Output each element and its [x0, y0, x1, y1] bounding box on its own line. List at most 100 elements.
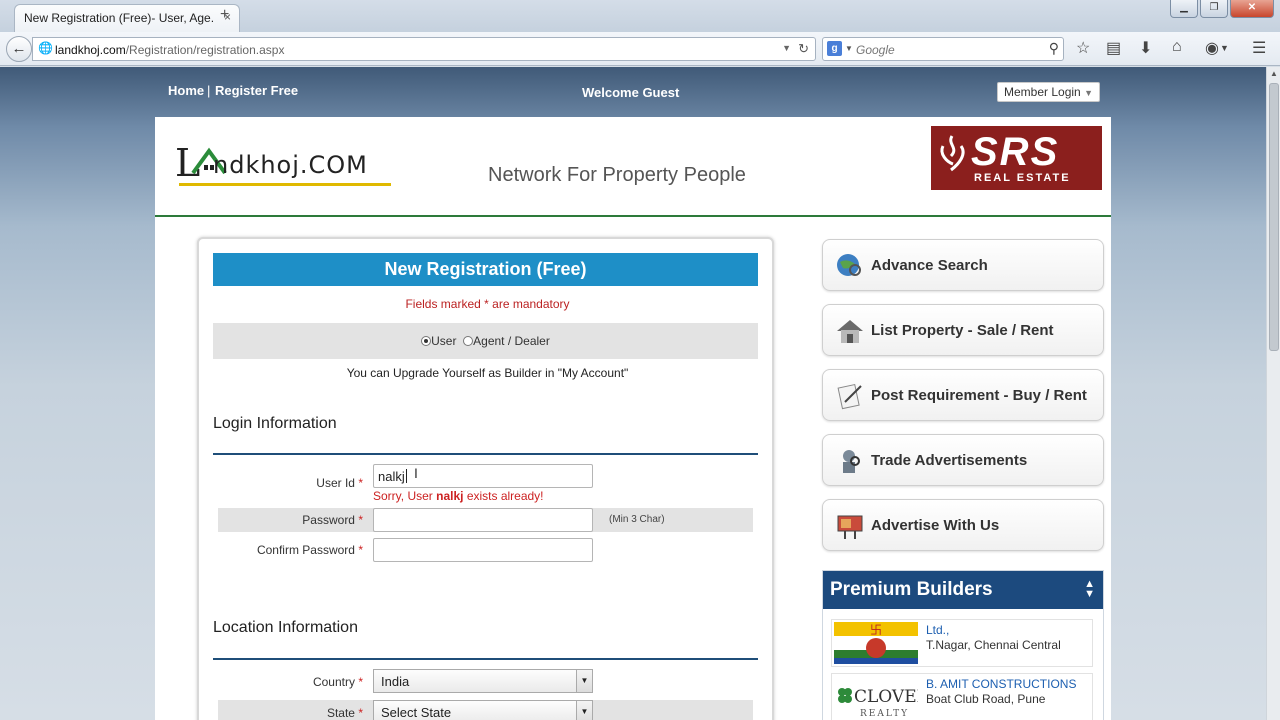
- chevron-down-icon: ▼: [576, 701, 592, 720]
- state-label: State *: [326, 706, 363, 720]
- advance-search-label: Advance Search: [871, 257, 988, 274]
- close-window-button[interactable]: ✕: [1230, 0, 1274, 18]
- welcome-text: Welcome Guest: [582, 85, 680, 100]
- window-controls: ▁ ❐ ✕: [1170, 0, 1274, 18]
- srs-flame-icon: [940, 135, 965, 172]
- browser-tab-strip: New Registration (Free)- User, Age... × …: [0, 0, 1280, 32]
- globe-icon: 🌐: [38, 41, 53, 55]
- builder-name[interactable]: B. AMIT CONSTRUCTIONS: [926, 677, 1076, 691]
- text-cursor-icon: I: [414, 465, 418, 481]
- billboard-icon: [837, 515, 863, 539]
- advertise-with-us-label: Advertise With Us: [871, 517, 1000, 534]
- registration-title: New Registration (Free): [213, 253, 758, 286]
- builder-item[interactable]: 卐 Ltd., T.Nagar, Chennai Central: [831, 619, 1093, 667]
- home-icon[interactable]: ⌂: [1172, 38, 1182, 56]
- post-requirement-button[interactable]: Post Requirement - Buy / Rent: [822, 369, 1104, 421]
- downloads-icon[interactable]: ⬇: [1139, 38, 1152, 58]
- premium-builders-header: Premium Builders ▲ ▼: [823, 571, 1103, 609]
- scroll-up-icon[interactable]: ▲: [1267, 67, 1280, 81]
- trade-advertisements-button[interactable]: Trade Advertisements: [822, 434, 1104, 486]
- search-engine-dropdown-icon[interactable]: ▼: [845, 44, 853, 53]
- search-engine-icon[interactable]: g: [827, 41, 842, 56]
- logo-underline: [179, 183, 391, 186]
- list-property-label: List Property - Sale / Rent: [871, 322, 1054, 339]
- search-placeholder: Google: [856, 43, 895, 57]
- bookmark-star-icon[interactable]: ☆: [1076, 38, 1090, 58]
- builder-address: T.Nagar, Chennai Central: [926, 638, 1061, 652]
- document-pen-icon: [837, 383, 862, 410]
- confirm-password-input[interactable]: [373, 538, 593, 562]
- svg-text:卐: 卐: [870, 623, 882, 637]
- srs-subtitle: REAL ESTATE: [974, 172, 1071, 184]
- advertise-with-us-button[interactable]: Advertise With Us: [822, 499, 1104, 551]
- main-container: L ndkhoj.COM Network For Property People…: [155, 117, 1111, 720]
- upgrade-note: You can Upgrade Yourself as Builder in "…: [346, 366, 629, 380]
- address-bar[interactable]: 🌐 landkhoj.com/Registration/registration…: [32, 37, 816, 61]
- url-dropdown-icon[interactable]: ▼: [782, 43, 791, 53]
- search-bar[interactable]: g ▼ Google ⚲: [822, 37, 1064, 61]
- mandatory-note: Fields marked * are mandatory: [405, 297, 570, 311]
- radio-user-icon[interactable]: [421, 336, 432, 346]
- userid-error: Sorry, User nalkj exists already!: [373, 489, 544, 503]
- site-tagline: Network For Property People: [488, 164, 746, 186]
- srs-advertisement[interactable]: SRS REAL ESTATE: [931, 126, 1102, 190]
- back-button[interactable]: ←: [6, 36, 32, 62]
- trade-advertisements-label: Trade Advertisements: [871, 452, 1028, 469]
- new-tab-button[interactable]: +: [220, 6, 229, 24]
- confirm-password-label: Confirm Password *: [256, 543, 363, 557]
- radio-user[interactable]: User: [421, 334, 456, 348]
- advance-search-button[interactable]: Advance Search: [822, 239, 1104, 291]
- user-type-selector: User Agent / Dealer: [213, 323, 758, 359]
- nav-home-link[interactable]: Home: [168, 83, 204, 98]
- radio-agent[interactable]: Agent / Dealer: [463, 334, 550, 348]
- location-section-heading: Location Information: [213, 619, 358, 636]
- logo-text: ndkhoj.COM: [213, 151, 368, 179]
- country-label: Country *: [312, 675, 363, 689]
- country-select[interactable]: India ▼: [373, 669, 593, 693]
- registration-panel: New Registration (Free) Fields marked * …: [197, 237, 774, 720]
- svg-text:CLOVER: CLOVER: [854, 687, 918, 707]
- site-logo[interactable]: L ndkhoj.COM: [175, 143, 395, 193]
- menu-icon[interactable]: ☰: [1252, 38, 1266, 58]
- globe-search-icon: [837, 254, 861, 276]
- scroll-thumb[interactable]: [1269, 83, 1279, 351]
- addon-icon[interactable]: ◉: [1205, 38, 1219, 58]
- post-requirement-label: Post Requirement - Buy / Rent: [871, 387, 1087, 404]
- userid-label: User Id *: [316, 476, 363, 490]
- nav-register-link[interactable]: Register Free: [215, 83, 298, 98]
- house-icon: [837, 320, 863, 343]
- reload-icon[interactable]: ↻: [798, 41, 809, 57]
- password-hint: (Min 3 Char): [609, 514, 665, 525]
- chevron-down-icon: ▼: [576, 670, 592, 692]
- restore-button[interactable]: ❐: [1200, 0, 1228, 18]
- bookmarks-list-icon[interactable]: ▤: [1106, 38, 1121, 58]
- svg-text:REALTY: REALTY: [860, 709, 909, 718]
- search-icon[interactable]: ⚲: [1049, 40, 1059, 57]
- builder-logo-emblem: 卐: [834, 622, 918, 664]
- password-label: Password *: [302, 513, 363, 527]
- person-search-icon: [843, 450, 860, 473]
- header-divider: [155, 215, 1111, 217]
- login-section-divider: [213, 453, 758, 455]
- nav-separator: |: [207, 83, 211, 98]
- tab-title: New Registration (Free)- User, Age...: [24, 11, 214, 25]
- premium-builders-box: Premium Builders ▲ ▼ 卐 Ltd., T.Nagar, Che…: [822, 570, 1104, 720]
- list-property-button[interactable]: List Property - Sale / Rent: [822, 304, 1104, 356]
- addon-dropdown-icon[interactable]: ▼: [1220, 43, 1229, 53]
- url-text: landkhoj.com/Registration/registration.a…: [55, 43, 285, 57]
- premium-builders-title: Premium Builders: [830, 579, 993, 600]
- radio-agent-icon[interactable]: [463, 336, 474, 346]
- scroll-arrows-icon[interactable]: ▲ ▼: [1084, 579, 1095, 600]
- state-select[interactable]: Select State ▼: [373, 700, 593, 720]
- builder-item[interactable]: CLOVER REALTY B. AMIT CONSTRUCTIONS Boat…: [831, 673, 1093, 720]
- chevron-down-icon: ▼: [1084, 88, 1093, 98]
- member-login-button[interactable]: Member Login ▼: [997, 82, 1100, 102]
- browser-tab[interactable]: New Registration (Free)- User, Age... ×: [14, 4, 240, 32]
- userid-input[interactable]: nalkj: [373, 464, 593, 488]
- minimize-button[interactable]: ▁: [1170, 0, 1198, 18]
- login-section-heading: Login Information: [213, 415, 337, 432]
- location-section-divider: [213, 658, 758, 660]
- password-input[interactable]: [373, 508, 593, 532]
- builder-name[interactable]: Ltd.,: [926, 623, 949, 637]
- page-scrollbar[interactable]: ▲: [1266, 67, 1280, 720]
